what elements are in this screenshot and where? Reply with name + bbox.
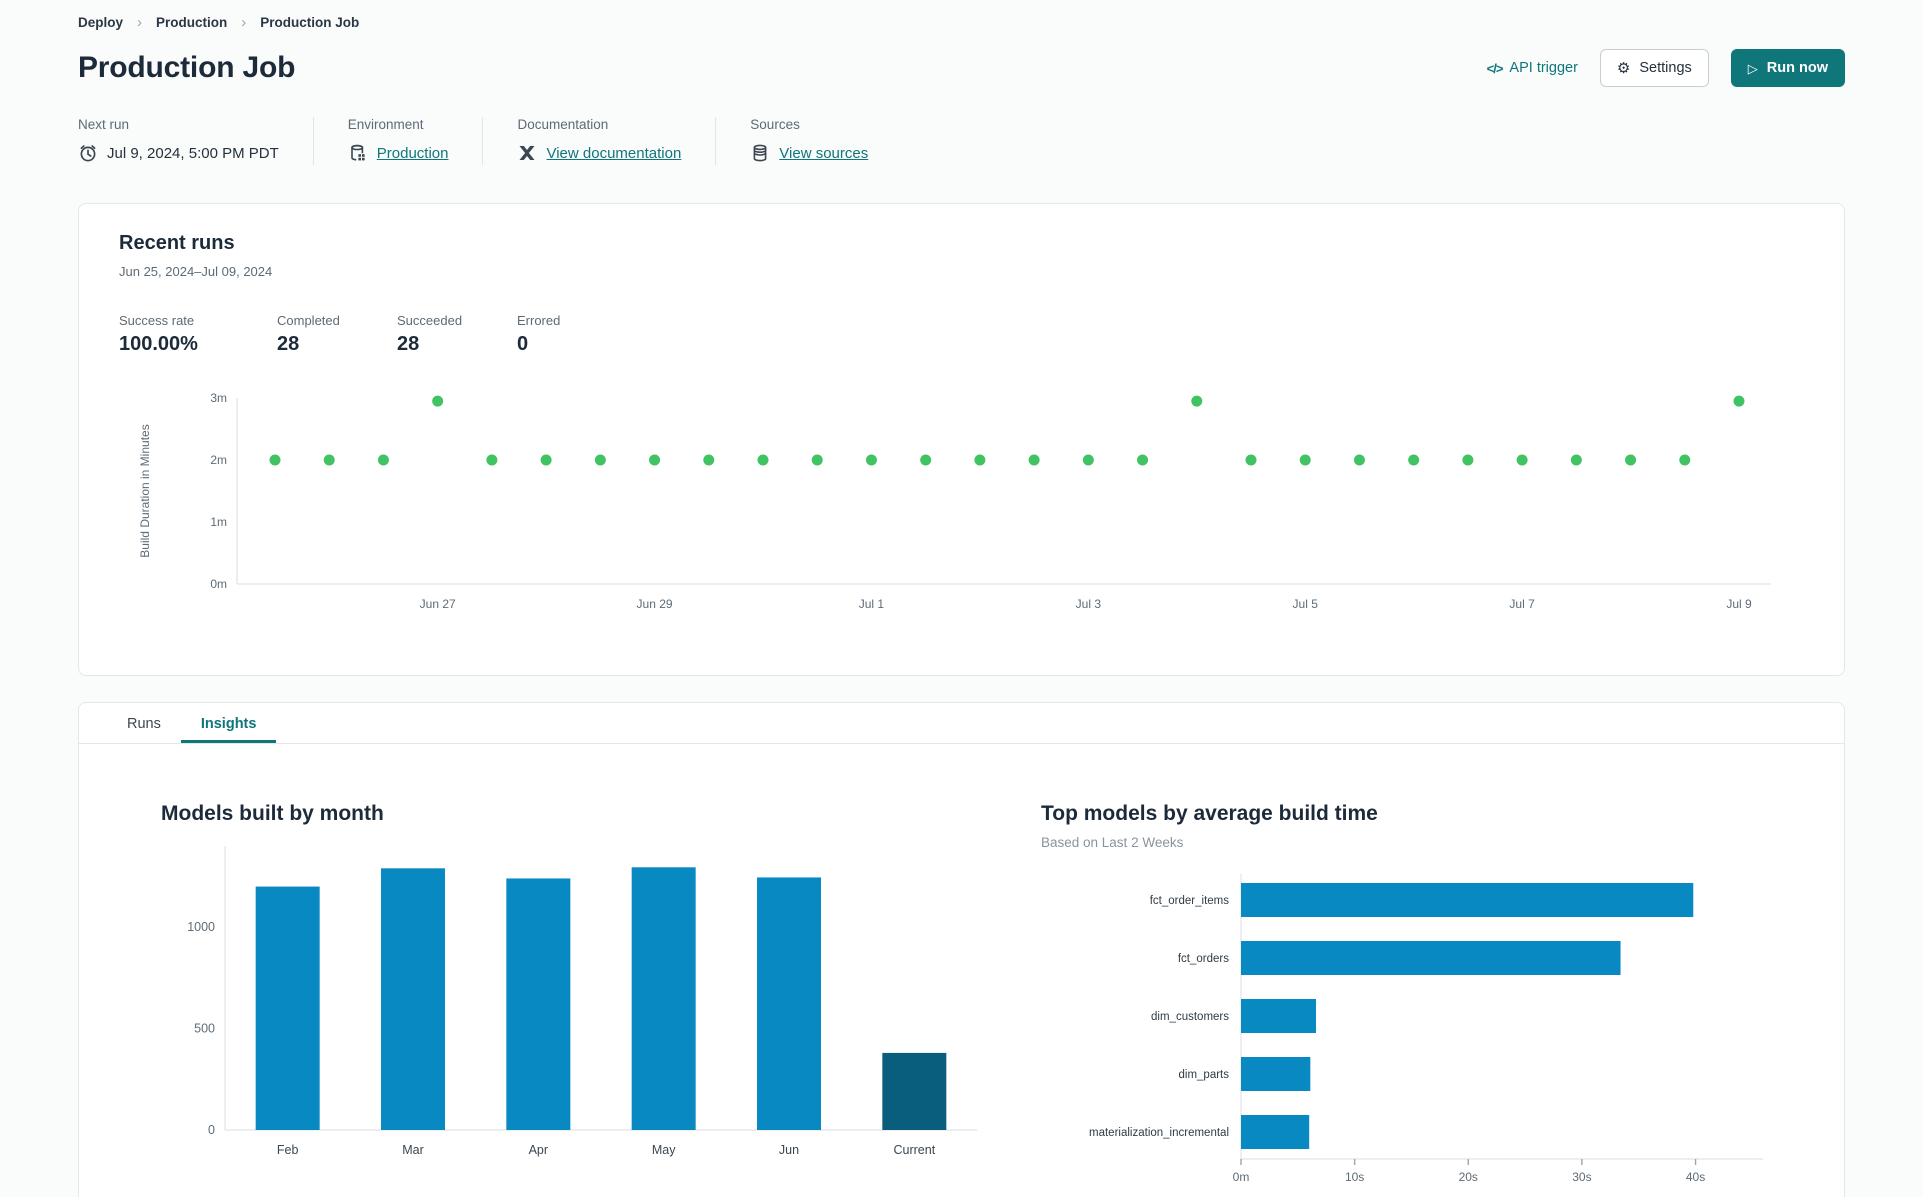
svg-text:1m: 1m [210, 515, 227, 529]
build-duration-chart: 0m 1m 2m 3m Build Duration in Minutes Jun 27 J… [119, 386, 1804, 655]
stat-succeeded: Succeeded 28 [397, 313, 463, 355]
svg-text:materialization_incremental: materialization_incremental [1089, 1127, 1229, 1139]
environment-link[interactable]: Production [377, 145, 449, 162]
svg-text:fct_order_items: fct_order_items [1150, 895, 1230, 907]
svg-text:Jul 7: Jul 7 [1509, 597, 1535, 611]
svg-text:30s: 30s [1572, 1170, 1591, 1184]
environment-info: Environment Production [314, 117, 483, 163]
page-header: Production Job </> API trigger ⚙ Setting… [78, 49, 1845, 87]
job-detail-card: Runs Insights Models built by month 0 500… [78, 702, 1845, 1197]
svg-text:Feb: Feb [277, 1143, 299, 1157]
api-trigger-label: API trigger [1509, 60, 1578, 76]
svg-text:0m: 0m [210, 577, 227, 591]
view-sources-link[interactable]: View sources [779, 145, 868, 162]
alarm-clock-icon [78, 143, 98, 163]
models-by-month-chart: 0 500 1000 Feb Mar Apr May Jun Current [161, 836, 991, 1177]
tab-runs[interactable]: Runs [107, 703, 181, 743]
svg-text:0: 0 [208, 1123, 215, 1137]
svg-text:2m: 2m [210, 453, 227, 467]
documentation-info: Documentation View documentation [483, 117, 715, 163]
chevron-right-icon: › [241, 14, 247, 31]
environment-icon [348, 143, 368, 163]
svg-text:20s: 20s [1459, 1170, 1478, 1184]
code-icon: </> [1486, 60, 1504, 76]
svg-text:May: May [652, 1143, 676, 1157]
breadcrumb-production-job: Production Job [260, 15, 360, 30]
breadcrumb: Deploy › Production › Production Job [78, 10, 1845, 33]
top-models-title: Top models by average build time [1041, 802, 1378, 825]
recent-runs-date-range: Jun 25, 2024–Jul 09, 2024 [119, 264, 273, 279]
models-by-month-panel: Models built by month 0 500 1000 Feb Mar Apr M… [161, 802, 991, 1197]
api-trigger-link[interactable]: </> API trigger [1487, 60, 1578, 76]
chevron-right-icon: › [137, 14, 143, 31]
svg-text:500: 500 [194, 1022, 215, 1036]
stat-completed: Completed 28 [277, 313, 340, 355]
production-job-page: Deploy › Production › Production Job Pro… [0, 0, 1923, 1197]
top-models-panel: Top models by average build time Based o… [1041, 802, 1784, 1197]
svg-text:0m: 0m [1233, 1170, 1250, 1184]
next-run-info: Next run Jul 9, 2024, 5:00 PM PDT [78, 117, 313, 163]
top-models-chart: fct_order_items fct_orders dim_customersdi… [1041, 860, 1784, 1197]
svg-text:Jul 1: Jul 1 [859, 597, 885, 611]
svg-text:Jun 29: Jun 29 [637, 597, 673, 611]
recent-runs-title: Recent runs [119, 232, 235, 254]
play-icon: ▷ [1747, 60, 1758, 76]
page-title: Production Job [78, 51, 296, 84]
insights-panel: Models built by month 0 500 1000 Feb Mar Apr M… [79, 744, 1844, 1197]
documentation-label: Documentation [517, 117, 609, 132]
svg-text:dim_parts: dim_parts [1179, 1069, 1230, 1081]
sources-info: Sources View sources [716, 117, 902, 163]
environment-label: Environment [347, 117, 424, 132]
svg-text:40s: 40s [1686, 1170, 1705, 1184]
svg-text:1000: 1000 [187, 920, 215, 934]
view-documentation-link[interactable]: View documentation [546, 145, 681, 162]
breadcrumb-production[interactable]: Production [156, 15, 227, 30]
header-actions: </> API trigger ⚙ Settings ▷ Run now [1487, 49, 1845, 87]
svg-text:3m: 3m [210, 391, 227, 405]
stat-errored: Errored 0 [517, 313, 561, 355]
next-run-value: Jul 9, 2024, 5:00 PM PDT [107, 144, 279, 162]
svg-text:fct_orders: fct_orders [1178, 953, 1229, 965]
next-run-label: Next run [78, 117, 130, 132]
recent-runs-card: Recent runs Jun 25, 2024–Jul 09, 2024 Su… [78, 203, 1845, 676]
svg-text:Jul 3: Jul 3 [1076, 597, 1102, 611]
svg-text:Build Duration in Minutes: Build Duration in Minutes [138, 424, 152, 557]
breadcrumb-deploy[interactable]: Deploy [78, 15, 123, 30]
sources-label: Sources [750, 117, 800, 132]
svg-text:dim_customers: dim_customers [1151, 1011, 1229, 1023]
dbt-docs-icon [517, 143, 537, 163]
job-tabs: Runs Insights [79, 703, 1844, 744]
svg-text:Jul 5: Jul 5 [1293, 597, 1319, 611]
svg-text:Current: Current [893, 1143, 935, 1157]
run-stats: Success rate 100.00% Completed 28 Succee… [119, 313, 1804, 356]
svg-text:Jun 27: Jun 27 [420, 597, 456, 611]
models-by-month-title: Models built by month [161, 802, 384, 825]
run-now-button[interactable]: ▷ Run now [1730, 49, 1845, 87]
tab-insights[interactable]: Insights [181, 703, 277, 743]
job-info-bar: Next run Jul 9, 2024, 5:00 PM PDT Enviro… [78, 117, 1845, 165]
svg-text:Jun: Jun [779, 1143, 799, 1157]
run-now-label: Run now [1766, 60, 1828, 76]
svg-text:Apr: Apr [529, 1143, 548, 1157]
settings-label: Settings [1639, 60, 1692, 76]
database-icon [750, 143, 770, 163]
top-models-subtitle: Based on Last 2 Weeks [1041, 835, 1184, 850]
svg-text:10s: 10s [1345, 1170, 1364, 1184]
stat-success-rate: Success rate 100.00% [119, 313, 198, 355]
svg-text:Jul 9: Jul 9 [1726, 597, 1752, 611]
gear-icon: ⚙ [1616, 59, 1631, 77]
svg-text:Mar: Mar [402, 1143, 424, 1157]
settings-button[interactable]: ⚙ Settings [1599, 49, 1709, 87]
